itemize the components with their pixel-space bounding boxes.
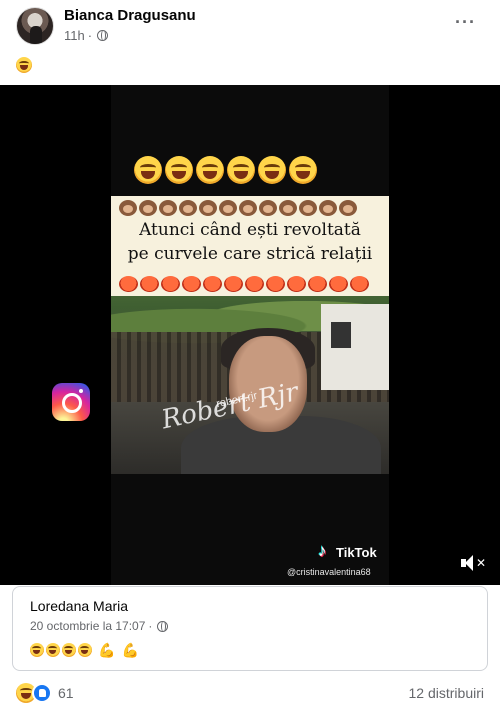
see-no-evil-monkey-icon bbox=[339, 200, 357, 216]
laughing-emoji bbox=[227, 156, 255, 184]
angry-face-icon bbox=[119, 276, 138, 292]
post-caption bbox=[16, 56, 32, 74]
laughing-emoji bbox=[258, 156, 286, 184]
tiktok-icon bbox=[318, 541, 332, 561]
banner-line-1: Atunci când ești revoltată bbox=[139, 220, 361, 240]
laughing-emoji bbox=[134, 156, 162, 184]
reaction-count: 61 bbox=[58, 685, 74, 701]
see-no-evil-monkey-icon bbox=[179, 200, 197, 216]
laughing-emoji bbox=[289, 156, 317, 184]
speaker-muted-icon[interactable]: ✕ bbox=[461, 555, 486, 571]
see-no-evil-monkey-icon bbox=[239, 200, 257, 216]
see-no-evil-monkey-icon bbox=[199, 200, 217, 216]
shared-comment[interactable]: Loredana Maria 20 octombrie la 17:07 · 💪… bbox=[12, 586, 488, 671]
see-no-evil-monkey-icon bbox=[259, 200, 277, 216]
angry-face-icon bbox=[203, 276, 222, 292]
tiktok-logo: TikTok bbox=[318, 541, 377, 561]
more-options-icon[interactable]: ··· bbox=[455, 12, 476, 32]
see-no-evil-monkey-icon bbox=[139, 200, 157, 216]
angry-face-icon bbox=[161, 276, 180, 292]
rolling-on-floor-laughing-emoji bbox=[62, 643, 76, 657]
rolling-on-floor-laughing-emoji bbox=[16, 56, 32, 73]
see-no-evil-monkey-icon bbox=[119, 200, 137, 216]
globe-icon bbox=[157, 620, 169, 632]
angry-face-icon bbox=[329, 276, 348, 292]
post-author[interactable]: Bianca Dragusanu bbox=[64, 7, 196, 24]
angry-emoji-row bbox=[119, 276, 369, 292]
post-time[interactable]: 11h bbox=[64, 28, 85, 43]
angry-face-icon bbox=[182, 276, 201, 292]
comment-author[interactable]: Loredana Maria bbox=[30, 598, 128, 614]
comment-body: 💪 💪 bbox=[30, 643, 139, 657]
instagram-icon bbox=[52, 383, 90, 421]
angry-face-icon bbox=[266, 276, 285, 292]
video-scene: Atunci când ești revoltată pe curvele ca… bbox=[111, 196, 389, 474]
meta-separator: · bbox=[148, 619, 153, 633]
see-no-evil-monkey-icon bbox=[219, 200, 237, 216]
share-count[interactable]: 12 distribuiri bbox=[409, 685, 484, 701]
flexed-biceps-icon: 💪 bbox=[98, 642, 116, 658]
tiktok-username: @cristinavalentina68 bbox=[287, 567, 371, 577]
see-no-evil-monkey-icon bbox=[279, 200, 297, 216]
angry-face-icon bbox=[224, 276, 243, 292]
angry-face-icon bbox=[140, 276, 159, 292]
monkey-emoji-row bbox=[119, 200, 357, 216]
avatar[interactable] bbox=[16, 7, 54, 45]
laughing-emoji-row bbox=[134, 156, 317, 184]
reactions-summary[interactable]: 61 bbox=[16, 683, 74, 703]
video-text-banner: Atunci când ești revoltată pe curvele ca… bbox=[111, 196, 389, 296]
see-no-evil-monkey-icon bbox=[319, 200, 337, 216]
rolling-on-floor-laughing-emoji bbox=[46, 643, 60, 657]
flexed-biceps-icon: 💪 bbox=[121, 642, 139, 658]
post-header: Bianca Dragusanu 11h · ··· bbox=[0, 0, 500, 50]
angry-face-icon bbox=[287, 276, 306, 292]
angry-face-icon bbox=[308, 276, 327, 292]
laughing-emoji bbox=[196, 156, 224, 184]
banner-text: Atunci când ești revoltată pe curvele ca… bbox=[111, 218, 389, 266]
angry-face-icon bbox=[245, 276, 264, 292]
rolling-on-floor-laughing-emoji bbox=[30, 643, 44, 657]
angry-face-icon bbox=[350, 276, 369, 292]
see-no-evil-monkey-icon bbox=[299, 200, 317, 216]
see-no-evil-monkey-icon bbox=[159, 200, 177, 216]
comment-timestamp[interactable]: 20 octombrie la 17:07 bbox=[30, 619, 145, 633]
video-player[interactable]: Atunci când ești revoltată pe curvele ca… bbox=[0, 85, 500, 585]
tiktok-label: TikTok bbox=[336, 544, 377, 560]
like-reaction-icon bbox=[32, 683, 52, 703]
banner-line-2: pe curvele care strică relații bbox=[127, 244, 373, 264]
globe-icon[interactable] bbox=[97, 30, 109, 41]
laughing-emoji bbox=[165, 156, 193, 184]
comment-meta: 20 octombrie la 17:07 · bbox=[30, 619, 169, 633]
post-meta: 11h · bbox=[64, 28, 109, 43]
rolling-on-floor-laughing-emoji bbox=[78, 643, 92, 657]
meta-separator: · bbox=[87, 28, 93, 43]
